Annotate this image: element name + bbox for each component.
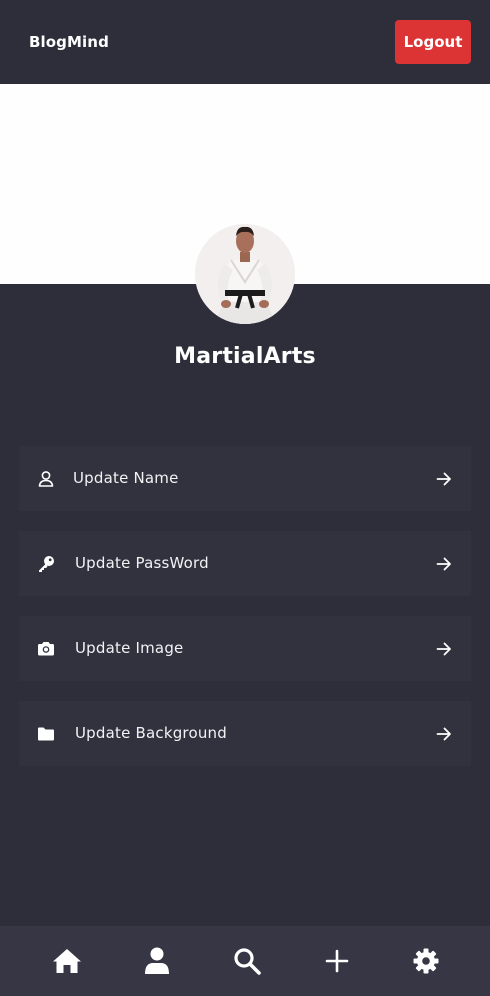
gear-icon[interactable] [411,946,441,976]
arrow-right-icon [436,471,452,487]
user-icon[interactable] [142,946,172,976]
update-image-item[interactable]: Update Image [19,616,471,681]
profile-username: MartialArts [174,344,316,369]
folder-icon [37,725,55,743]
top-bar: BlogMind Logout [0,0,490,84]
brand-logo-text[interactable]: BlogMind [29,33,109,51]
update-name-label: Update Name [73,469,179,487]
arrow-right-icon [436,556,452,572]
update-password-label: Update PassWord [75,554,209,572]
avatar [195,224,295,324]
arrow-right-icon [436,726,452,742]
logout-button[interactable]: Logout [395,20,471,64]
update-name-item[interactable]: Update Name [19,446,471,511]
home-icon[interactable] [52,946,82,976]
search-icon[interactable] [232,946,262,976]
update-password-item[interactable]: Update PassWord [19,531,471,596]
arrow-right-icon [436,641,452,657]
user-icon [37,470,55,488]
key-icon [37,555,55,573]
plus-icon[interactable] [322,946,352,976]
update-background-item[interactable]: Update Background [19,701,471,766]
bottom-navigation [0,926,490,996]
update-image-label: Update Image [75,639,184,657]
martial-artist-photo [195,224,295,324]
update-background-label: Update Background [75,724,227,742]
camera-icon [37,640,55,658]
